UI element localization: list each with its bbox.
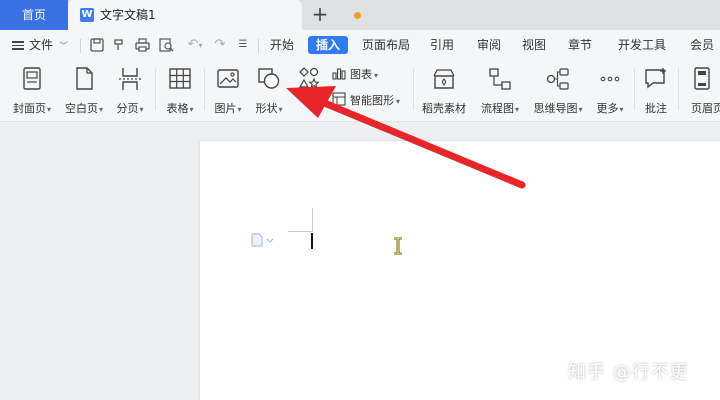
blank-page-icon [71,66,97,92]
chart-button[interactable]: 图表 ▾ [332,66,378,84]
tab-bar: 首页 W 文字文稿1 + [0,0,720,30]
picture-button[interactable]: 图片▾ [212,66,244,115]
cover-page-button[interactable]: 封面页▾ [12,66,52,115]
icons-library-button[interactable] [296,66,320,92]
table-icon [167,66,193,92]
print-preview-icon[interactable] [156,30,176,60]
smart-art-icon [332,92,346,106]
shape-button[interactable]: 形状▾ [252,66,286,115]
page-break-label: 分页 [116,102,139,115]
docer-material-icon [431,66,457,92]
table-button[interactable]: 表格▾ [164,66,196,115]
watermark: 知乎 @行不更 [568,362,689,383]
blank-page-label: 空白页 [64,102,98,115]
more-button[interactable]: 更多▾ [594,66,626,115]
header-footer-button[interactable]: 页眉页 [684,66,720,115]
mouse-ibeam-cursor [392,236,404,256]
margin-corner-mark [312,208,313,232]
comment-label: 批注 [645,102,667,115]
ribbon-divider [413,68,414,110]
table-label: 表格 [166,102,189,115]
document-title: 文字文稿1 [100,8,156,22]
docer-material-label: 稻壳素材 [422,102,466,115]
cover-page-label: 封面页 [12,102,46,115]
shape-label: 形状 [255,102,278,115]
undo-icon[interactable]: ↶▾ [182,30,208,60]
ribbon-divider [155,68,156,110]
tab-start[interactable]: 开始 [270,30,294,60]
text-cursor [311,233,313,249]
tab-review[interactable]: 审阅 [477,30,501,60]
docer-material-button[interactable]: 稻壳素材 [420,66,468,115]
tab-chapter[interactable]: 章节 [568,30,592,60]
tab-member[interactable]: 会员专 [690,30,720,82]
header-footer-label: 页眉页 [691,102,720,115]
tab-view[interactable]: 视图 [522,30,546,60]
format-painter-icon[interactable] [110,30,128,60]
comment-button[interactable]: 批注 [640,66,672,115]
more-label: 更多 [596,102,619,115]
smart-art-label: 智能图形 [350,94,394,107]
smart-art-button[interactable]: 智能图形 ▾ [332,92,400,110]
picture-icon [215,66,241,92]
ribbon-divider [678,68,679,110]
mind-map-label: 思维导图 [533,102,578,115]
divider [258,39,259,53]
tab-insert[interactable]: 插入 [308,36,349,54]
header-footer-icon [689,66,715,92]
unsaved-indicator [354,12,361,19]
icons-library-icon [296,66,322,92]
tab-page-layout[interactable]: 页面布局 [362,30,410,60]
blank-page-button[interactable]: 空白页▾ [64,66,104,115]
chart-label: 图表 [350,68,372,81]
insert-ribbon: 封面页▾ 空白页▾ 分页▾ 表格▾ 图片▾ 形状▾ 图表 ▾ 智能图形 ▾ 稻壳… [0,60,720,122]
file-menu[interactable]: 文件 ﹀ [12,30,68,60]
more-dots-icon [597,66,623,92]
tab-home[interactable]: 首页 [0,0,68,30]
page-break-button[interactable]: 分页▾ [114,66,146,115]
chart-icon [332,68,346,80]
mind-map-icon [545,66,571,92]
writer-doc-icon: W [80,8,94,22]
file-menu-label: 文件 [29,38,54,52]
margin-corner-mark [288,231,312,232]
redo-icon[interactable]: ↷ [212,30,228,60]
comment-icon [643,66,669,92]
mind-map-button[interactable]: 思维导图▾ [533,66,583,115]
flowchart-icon [487,66,513,92]
shape-icon [256,66,282,92]
tab-document[interactable]: W 文字文稿1 [68,0,361,30]
paragraph-layout-icon[interactable] [250,232,276,247]
new-tab-button[interactable]: + [309,0,331,30]
hamburger-icon [12,39,24,52]
picture-label: 图片 [214,102,237,115]
ribbon-divider [204,68,205,110]
divider [80,39,81,53]
tab-developer[interactable]: 开发工具 [618,30,666,60]
chevron-down-icon: ﹀ [59,42,69,52]
print-icon[interactable] [132,30,152,60]
tab-references[interactable]: 引用 [430,30,454,60]
flowchart-button[interactable]: 流程图▾ [478,66,522,115]
cover-page-icon [19,66,45,92]
save-icon[interactable] [88,30,106,60]
menu-bar: 文件 ﹀ ↶▾ ↷ ☰ 开始 插入 页面布局 引用 审阅 视图 章节 开发工具 会… [0,30,720,82]
page-break-icon [117,66,143,92]
ribbon-divider [634,68,635,110]
flowchart-label: 流程图 [480,102,514,115]
customize-quick-access-icon[interactable]: ☰ [236,30,250,60]
